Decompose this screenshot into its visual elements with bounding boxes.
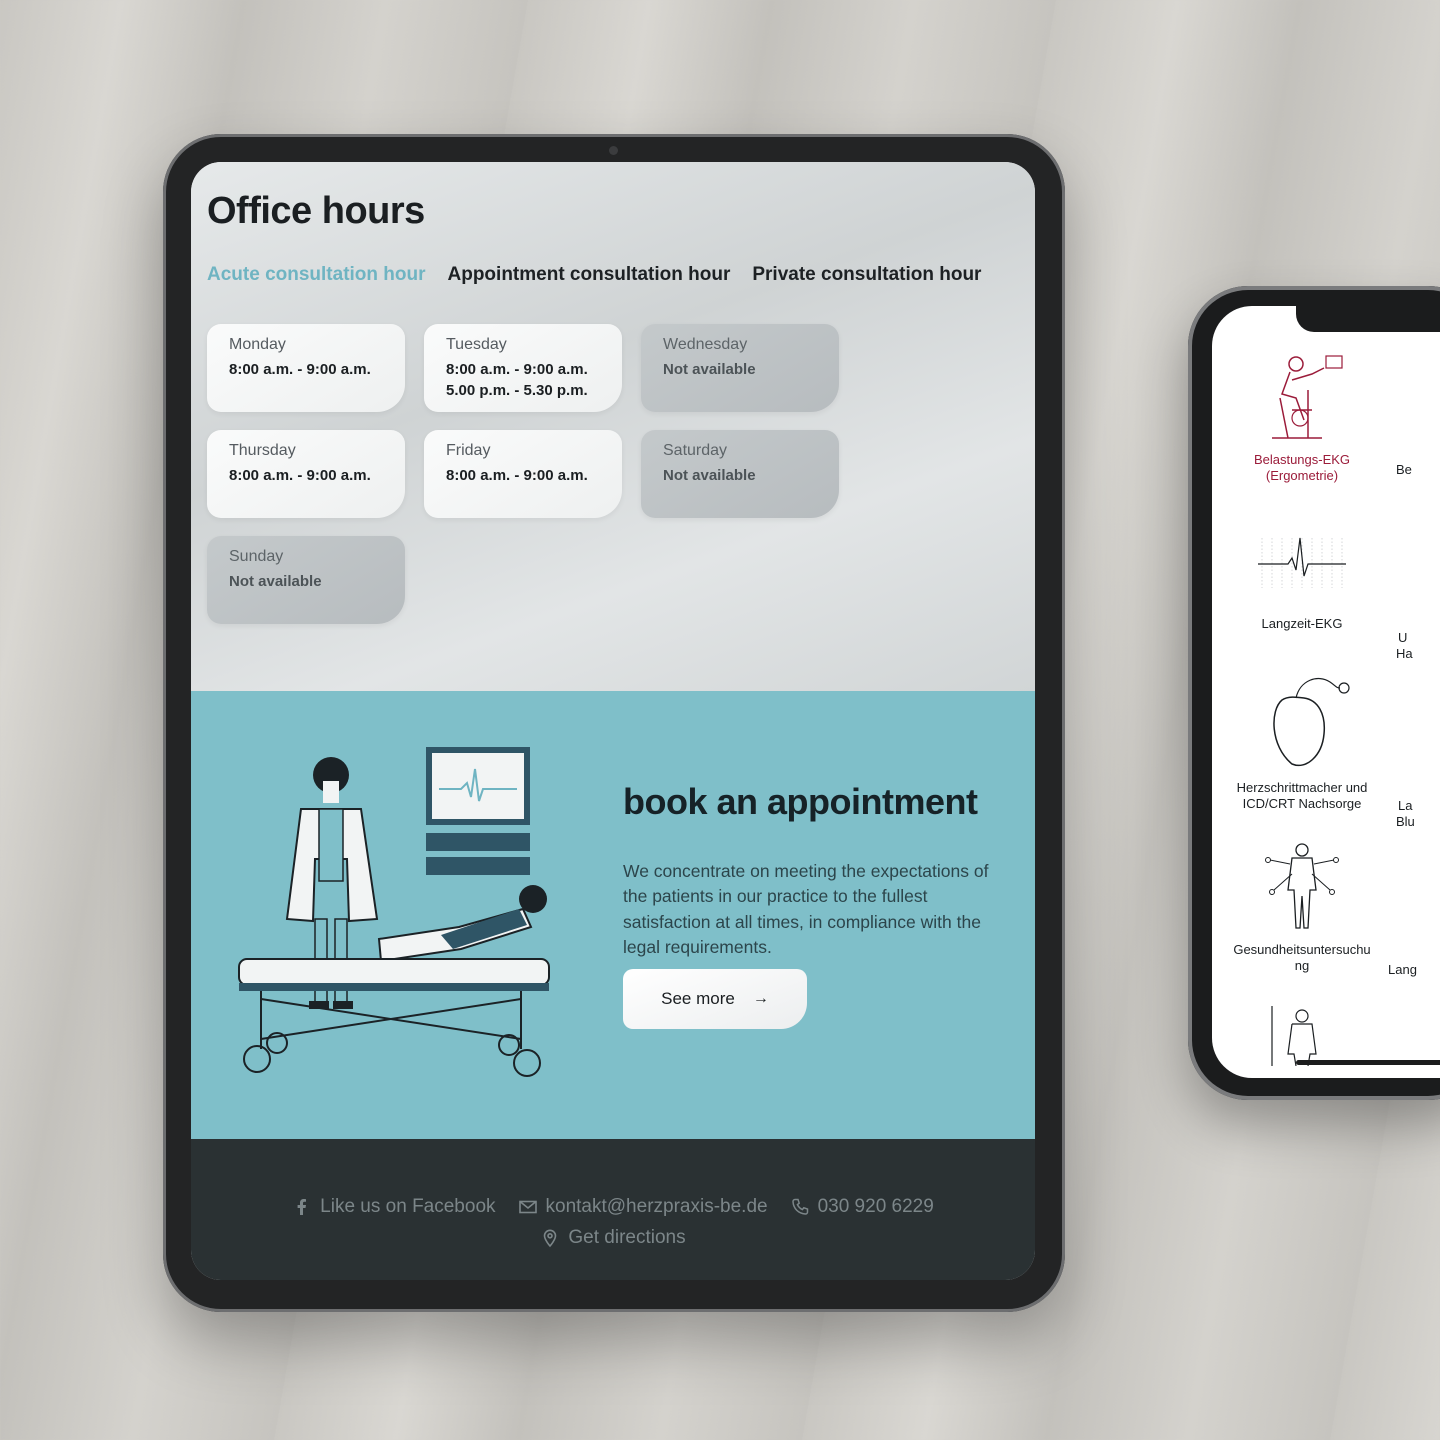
day-hours: Not available	[229, 573, 322, 590]
body-checkup-icon	[1265, 843, 1339, 929]
day-card-tuesday: Tuesday 8:00 a.m. - 9:00 a.m. 5.00 p.m. -…	[424, 324, 622, 412]
tablet-device: Office hours Acute consultation hour App…	[163, 134, 1065, 1312]
consultation-tabs: Acute consultation hour Appointment cons…	[207, 264, 981, 286]
day-card-saturday: Saturday Not available	[641, 430, 839, 518]
day-hours: 8:00 a.m. - 9:00 a.m.	[229, 361, 371, 378]
day-card-thursday: Thursday 8:00 a.m. - 9:00 a.m.	[207, 430, 405, 518]
tab-appointment[interactable]: Appointment consultation hour	[448, 264, 731, 286]
directions-link[interactable]: Get directions	[540, 1227, 686, 1249]
facebook-icon	[297, 1199, 307, 1215]
day-name: Friday	[446, 442, 491, 459]
partial-label: La	[1398, 798, 1413, 813]
office-hours-title: Office hours	[207, 190, 425, 232]
camera-dot	[609, 146, 618, 155]
body-scan-icon	[1271, 1006, 1317, 1066]
pacemaker-icon	[1273, 677, 1350, 767]
hours-grid: Monday 8:00 a.m. - 9:00 a.m. Tuesday 8:0…	[207, 324, 857, 626]
day-card-wednesday: Wednesday Not available	[641, 324, 839, 412]
day-card-sunday: Sunday Not available	[207, 536, 405, 624]
home-indicator	[1296, 1060, 1440, 1065]
ergometer-icon	[1272, 355, 1343, 439]
mail-icon	[518, 1200, 537, 1214]
phone-screen: Belastungs-EKG (Ergometrie) Langzeit-EKG…	[1212, 306, 1440, 1078]
location-pin-icon	[544, 1229, 557, 1248]
partial-label: Ha	[1396, 646, 1413, 661]
office-hours-section: Office hours Acute consultation hour App…	[191, 162, 1035, 691]
day-hours: Not available	[663, 361, 756, 378]
tab-acute[interactable]: Acute consultation hour	[207, 264, 426, 286]
booking-description: We concentrate on meeting the expectatio…	[623, 860, 989, 958]
service-item-ergometrie[interactable]: Belastungs-EKG (Ergometrie)	[1232, 350, 1372, 484]
day-name: Thursday	[229, 442, 296, 459]
partial-label: U	[1398, 630, 1408, 645]
ecg-icon	[1258, 537, 1346, 588]
email-label: kontakt@herzpraxis-be.de	[545, 1196, 768, 1217]
footer: Like us on Facebook kontakt@herzpraxis-b…	[191, 1139, 1035, 1280]
partial-label: Be	[1396, 462, 1412, 477]
email-link[interactable]: kontakt@herzpraxis-be.de	[518, 1196, 768, 1218]
phone-device: Belastungs-EKG (Ergometrie) Langzeit-EKG…	[1188, 286, 1440, 1100]
see-more-label: See more	[661, 989, 735, 1008]
footer-directions: Get directions	[191, 1227, 1035, 1249]
footer-links: Like us on Facebook kontakt@herzpraxis-b…	[191, 1196, 1035, 1218]
see-more-button[interactable]: See more →	[623, 969, 807, 1029]
partial-label: Blu	[1396, 814, 1415, 829]
day-hours: 8:00 a.m. - 9:00 a.m.	[446, 467, 588, 484]
booking-section: book an appointment We concentrate on me…	[191, 691, 1035, 1139]
day-hours: 8:00 a.m. - 9:00 a.m. 5.00 p.m. - 5.30 p.…	[446, 361, 588, 399]
service-item-gesundheitsuntersuchung[interactable]: Gesundheitsuntersuchu ng	[1232, 840, 1372, 974]
day-card-monday: Monday 8:00 a.m. - 9:00 a.m.	[207, 324, 405, 412]
day-name: Sunday	[229, 548, 284, 565]
day-name: Monday	[229, 336, 286, 353]
day-card-friday: Friday 8:00 a.m. - 9:00 a.m.	[424, 430, 622, 518]
arrow-right-icon: →	[752, 990, 769, 1007]
facebook-label: Like us on Facebook	[320, 1196, 496, 1217]
service-label: Herzschrittmacher und ICD/CRT Nachsorge	[1236, 780, 1368, 811]
day-hours: Not available	[663, 467, 756, 484]
service-label: Belastungs-EKG (Ergometrie)	[1253, 452, 1351, 483]
phone-notch	[1296, 306, 1440, 332]
booking-title: book an appointment	[623, 781, 978, 822]
phone-label: 030 920 6229	[817, 1196, 934, 1217]
day-name: Saturday	[663, 442, 728, 459]
partial-label: Lang	[1388, 962, 1417, 977]
day-hours: 8:00 a.m. - 9:00 a.m.	[229, 467, 371, 484]
tab-private[interactable]: Private consultation hour	[752, 264, 981, 286]
day-name: Tuesday	[446, 336, 507, 353]
service-label: Gesundheitsuntersuchu ng	[1233, 942, 1371, 973]
service-item-herzschrittmacher[interactable]: Herzschrittmacher und ICD/CRT Nachsorge	[1232, 670, 1372, 812]
service-item-langzeit-ekg[interactable]: Langzeit-EKG	[1232, 518, 1372, 632]
directions-label: Get directions	[568, 1227, 686, 1248]
facebook-link[interactable]: Like us on Facebook	[292, 1196, 496, 1218]
service-label: Langzeit-EKG	[1261, 616, 1343, 631]
doctor-patient-illustration	[238, 747, 550, 1077]
phone-icon	[791, 1198, 808, 1215]
phone-link[interactable]: 030 920 6229	[790, 1196, 934, 1218]
tablet-screen: Office hours Acute consultation hour App…	[191, 162, 1035, 1280]
day-name: Wednesday	[663, 336, 748, 353]
